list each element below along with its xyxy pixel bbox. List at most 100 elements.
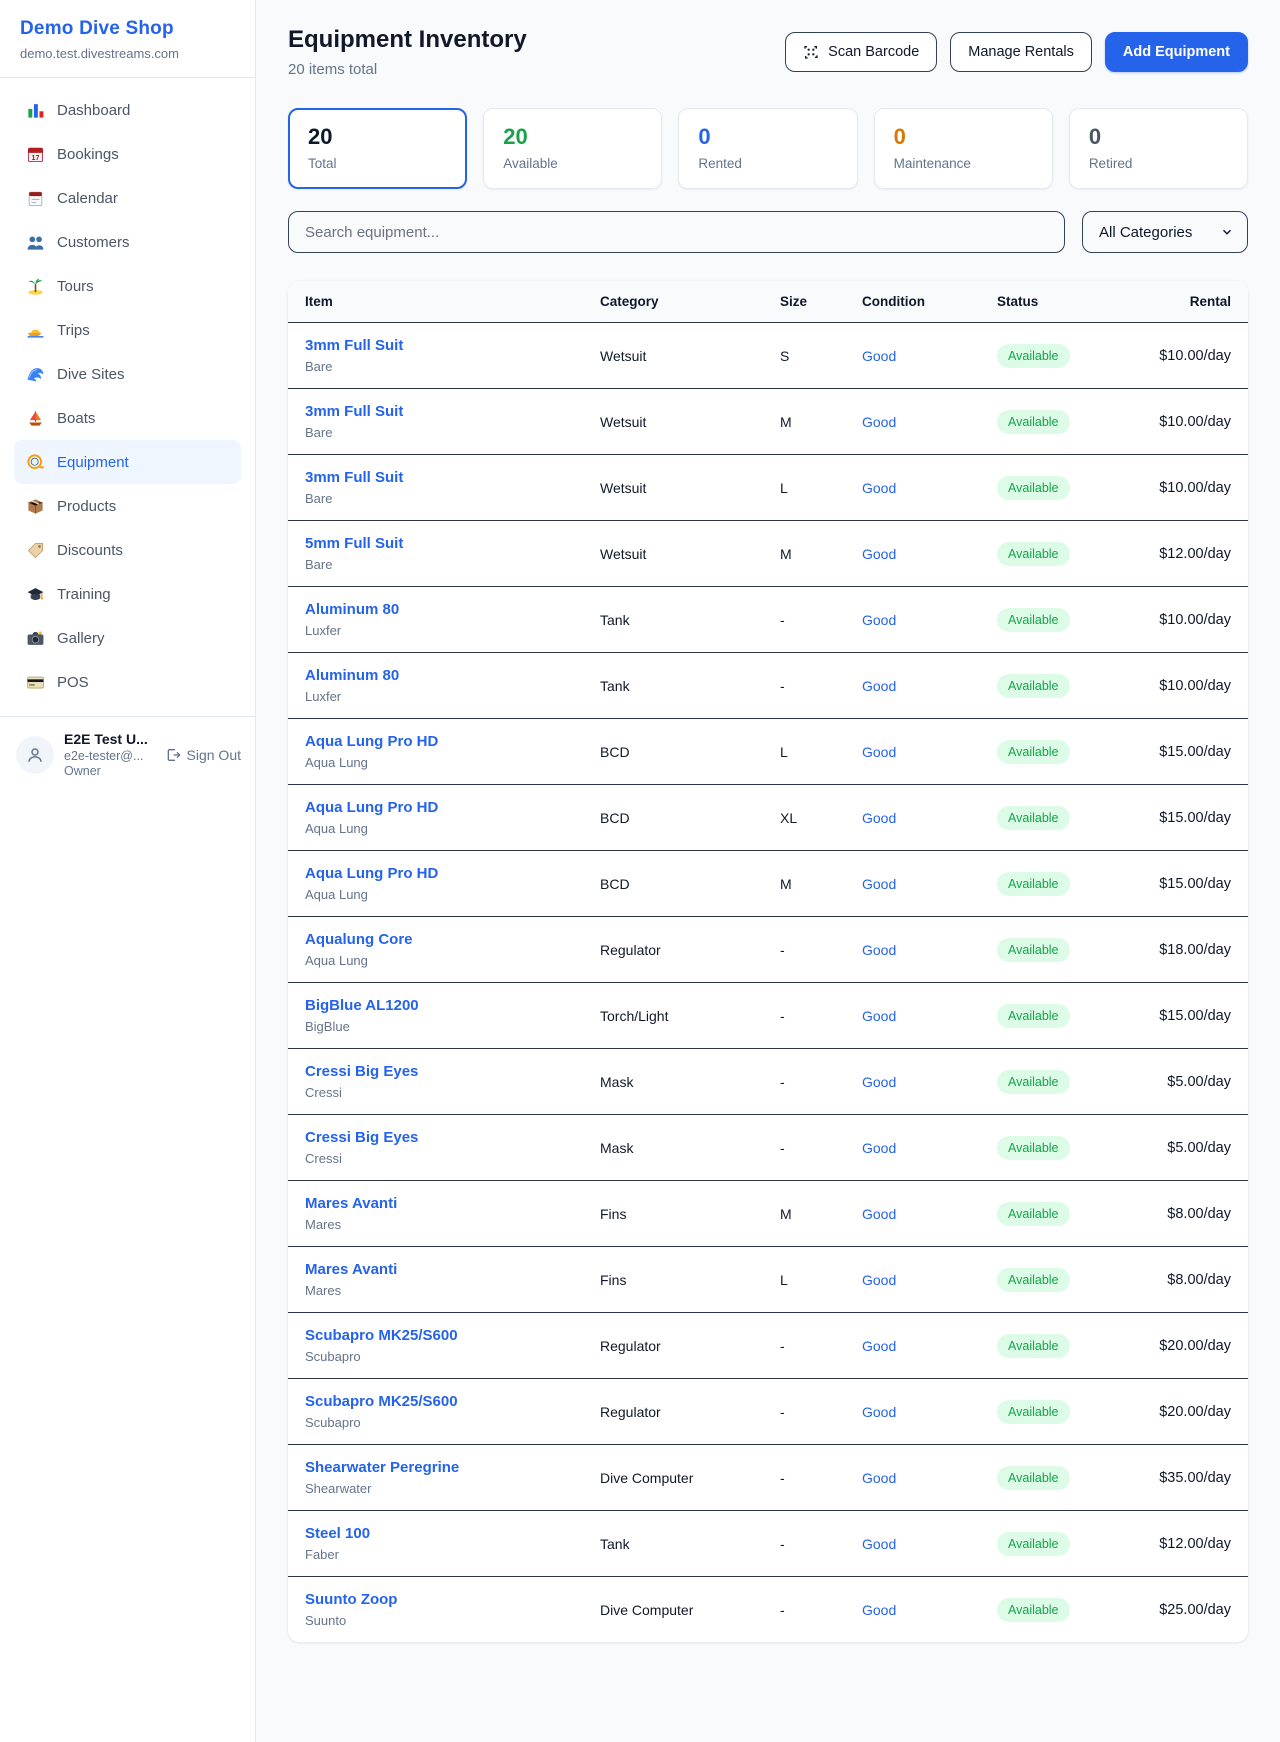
status-badge: Available <box>997 1532 1070 1556</box>
condition-link[interactable]: Good <box>862 1470 896 1486</box>
sidebar-item-equipment[interactable]: Equipment <box>14 440 241 484</box>
item-link[interactable]: Aqua Lung Pro HD <box>305 799 566 816</box>
sidebar-item-bookings[interactable]: 17 Bookings <box>14 132 241 176</box>
scan-barcode-button[interactable]: Scan Barcode <box>785 32 937 72</box>
stat-card-retired[interactable]: 0 Retired <box>1069 108 1248 189</box>
rental-cell: $10.00/day <box>1130 653 1248 719</box>
stat-label: Retired <box>1089 156 1228 171</box>
condition-link[interactable]: Good <box>862 1338 896 1354</box>
sign-out-button[interactable]: Sign Out <box>165 747 241 763</box>
condition-link[interactable]: Good <box>862 1140 896 1156</box>
status-badge: Available <box>997 1070 1070 1094</box>
item-link[interactable]: Scubapro MK25/S600 <box>305 1327 566 1344</box>
user-role: Owner <box>64 764 148 780</box>
sidebar-item-boats[interactable]: Boats <box>14 396 241 440</box>
item-link[interactable]: 5mm Full Suit <box>305 535 566 552</box>
item-link[interactable]: Aluminum 80 <box>305 601 566 618</box>
rental-cell: $15.00/day <box>1130 719 1248 785</box>
condition-link[interactable]: Good <box>862 1602 896 1618</box>
item-link[interactable]: 3mm Full Suit <box>305 403 566 420</box>
sidebar-item-products[interactable]: Products <box>14 484 241 528</box>
condition-link[interactable]: Good <box>862 1206 896 1222</box>
condition-link[interactable]: Good <box>862 810 896 826</box>
sidebar-item-discounts[interactable]: Discounts <box>14 528 241 572</box>
condition-link[interactable]: Good <box>862 1536 896 1552</box>
condition-link[interactable]: Good <box>862 1272 896 1288</box>
sidebar-item-trips[interactable]: Trips <box>14 308 241 352</box>
search-input[interactable] <box>288 211 1065 253</box>
category-cell: Mask <box>583 1049 763 1115</box>
item-link[interactable]: 3mm Full Suit <box>305 469 566 486</box>
item-link[interactable]: Aqua Lung Pro HD <box>305 733 566 750</box>
item-link[interactable]: Shearwater Peregrine <box>305 1459 566 1476</box>
user-section: E2E Test U... e2e-tester@... Owner Sign … <box>0 716 255 794</box>
palm-island-icon <box>26 277 45 296</box>
table-header-row: Item Category Size Condition Status Rent… <box>288 281 1248 323</box>
stat-card-available[interactable]: 20 Available <box>483 108 662 189</box>
stat-card-rented[interactable]: 0 Rented <box>678 108 857 189</box>
manage-rentals-button[interactable]: Manage Rentals <box>950 32 1092 72</box>
filter-row: All Categories <box>288 211 1248 253</box>
rental-cell: $25.00/day <box>1130 1577 1248 1643</box>
table-row: Aluminum 80 Luxfer Tank - Good Available… <box>288 587 1248 653</box>
user-meta: E2E Test U... e2e-tester@... Owner <box>64 731 148 780</box>
sidebar-item-dive-sites[interactable]: Dive Sites <box>14 352 241 396</box>
size-cell: - <box>763 1511 845 1577</box>
item-link[interactable]: Aluminum 80 <box>305 667 566 684</box>
category-cell: Fins <box>583 1181 763 1247</box>
table-row: Aqua Lung Pro HD Aqua Lung BCD M Good Av… <box>288 851 1248 917</box>
sidebar-item-training[interactable]: Training <box>14 572 241 616</box>
stats-row: 20 Total 20 Available 0 Rented 0 Mainten… <box>288 108 1248 189</box>
item-link[interactable]: Suunto Zoop <box>305 1591 566 1608</box>
condition-link[interactable]: Good <box>862 678 896 694</box>
condition-link[interactable]: Good <box>862 744 896 760</box>
status-badge: Available <box>997 1004 1070 1028</box>
table-row: Scubapro MK25/S600 Scubapro Regulator - … <box>288 1313 1248 1379</box>
condition-link[interactable]: Good <box>862 612 896 628</box>
item-link[interactable]: Scubapro MK25/S600 <box>305 1393 566 1410</box>
column-header-size: Size <box>763 281 845 323</box>
sidebar-item-customers[interactable]: Customers <box>14 220 241 264</box>
stat-value: 0 <box>894 124 1033 150</box>
condition-link[interactable]: Good <box>862 876 896 892</box>
item-link[interactable]: 3mm Full Suit <box>305 337 566 354</box>
sidebar-item-label: Tours <box>57 278 94 295</box>
category-select[interactable]: All Categories <box>1082 211 1248 253</box>
condition-link[interactable]: Good <box>862 1074 896 1090</box>
sidebar-item-calendar[interactable]: Calendar <box>14 176 241 220</box>
rental-cell: $10.00/day <box>1130 323 1248 389</box>
size-cell: - <box>763 1379 845 1445</box>
add-equipment-button[interactable]: Add Equipment <box>1105 32 1248 72</box>
item-link[interactable]: BigBlue AL1200 <box>305 997 566 1014</box>
category-cell: Wetsuit <box>583 389 763 455</box>
sidebar-item-pos[interactable]: POS <box>14 660 241 704</box>
category-cell: Wetsuit <box>583 323 763 389</box>
item-link[interactable]: Steel 100 <box>305 1525 566 1542</box>
package-icon <box>26 497 45 516</box>
sidebar-item-dashboard[interactable]: Dashboard <box>14 88 241 132</box>
item-link[interactable]: Aqualung Core <box>305 931 566 948</box>
condition-link[interactable]: Good <box>862 1404 896 1420</box>
shop-title: Demo Dive Shop <box>20 18 235 40</box>
condition-link[interactable]: Good <box>862 942 896 958</box>
condition-link[interactable]: Good <box>862 414 896 430</box>
sidebar-item-gallery[interactable]: Gallery <box>14 616 241 660</box>
condition-link[interactable]: Good <box>862 546 896 562</box>
item-link[interactable]: Mares Avanti <box>305 1261 566 1278</box>
item-link[interactable]: Cressi Big Eyes <box>305 1129 566 1146</box>
item-link[interactable]: Aqua Lung Pro HD <box>305 865 566 882</box>
item-link[interactable]: Cressi Big Eyes <box>305 1063 566 1080</box>
category-cell: BCD <box>583 719 763 785</box>
condition-link[interactable]: Good <box>862 480 896 496</box>
item-link[interactable]: Mares Avanti <box>305 1195 566 1212</box>
sidebar-item-tours[interactable]: Tours <box>14 264 241 308</box>
status-badge: Available <box>997 344 1070 368</box>
rental-cell: $18.00/day <box>1130 917 1248 983</box>
status-badge: Available <box>997 938 1070 962</box>
item-brand: Cressi <box>305 1151 566 1166</box>
stat-card-maintenance[interactable]: 0 Maintenance <box>874 108 1053 189</box>
stat-card-total[interactable]: 20 Total <box>288 108 467 189</box>
condition-link[interactable]: Good <box>862 1008 896 1024</box>
item-brand: Mares <box>305 1217 566 1232</box>
condition-link[interactable]: Good <box>862 348 896 364</box>
